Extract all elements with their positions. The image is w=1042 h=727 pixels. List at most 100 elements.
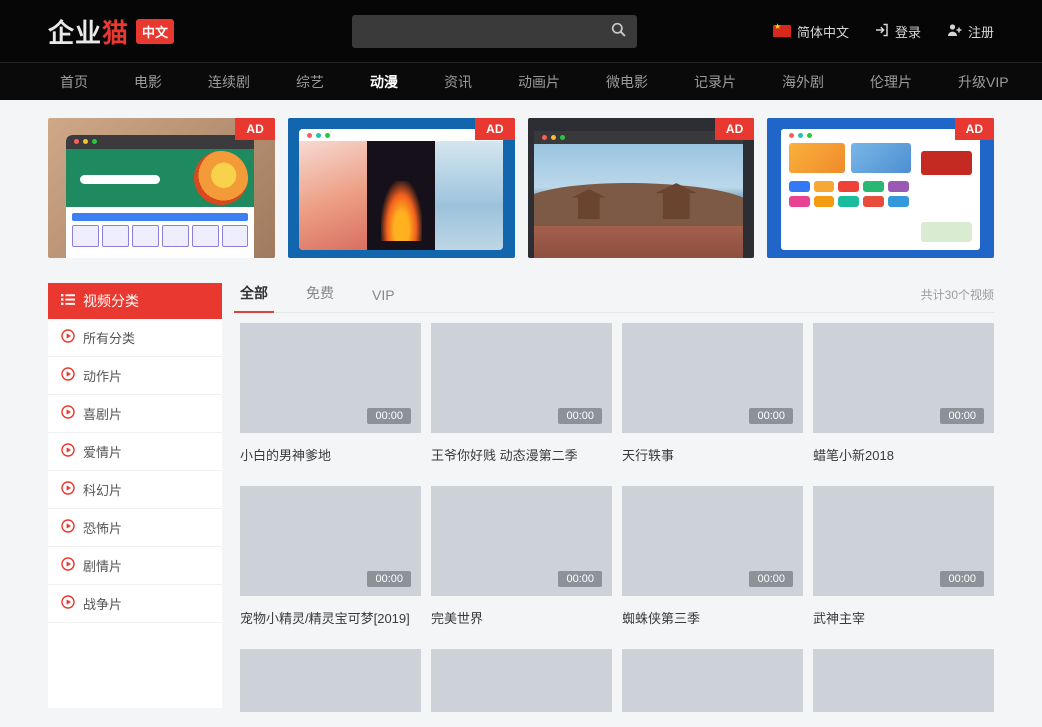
category-label: 恐怖片 <box>83 518 122 537</box>
nav-item[interactable]: 连续剧 <box>208 72 250 92</box>
ad-banner[interactable]: AD <box>767 118 994 258</box>
video-card[interactable]: 00:00 蜘蛛侠第三季 <box>622 486 803 649</box>
ad-badge: AD <box>955 118 994 140</box>
video-card[interactable]: 00:00 小白的男神爹地 <box>240 323 421 486</box>
sidebar-category-item[interactable]: 剧情片 <box>48 547 222 585</box>
banner-decor-tile <box>838 196 859 207</box>
nav-item[interactable]: 记录片 <box>694 72 736 92</box>
nav-item[interactable]: 首页 <box>60 72 88 92</box>
video-thumbnail[interactable]: 00:00 <box>240 486 421 596</box>
duration-badge: 00:00 <box>367 571 411 587</box>
category-label: 战争片 <box>83 594 122 613</box>
ad-banner[interactable]: AD <box>528 118 755 258</box>
banner-decor-tile <box>789 181 810 192</box>
ad-banner[interactable]: AD <box>48 118 275 258</box>
video-title[interactable]: 天行轶事 <box>622 445 803 464</box>
video-card[interactable]: 00:00 蜡笔小新2018 <box>813 323 994 486</box>
banner-artwork <box>66 135 254 258</box>
filter-tab[interactable]: 全部 <box>240 283 268 312</box>
banner-decor-tile <box>838 181 859 192</box>
duration-badge: 00:00 <box>367 408 411 424</box>
nav-item[interactable]: 动画片 <box>518 72 560 92</box>
sidebar-category-item[interactable]: 爱情片 <box>48 433 222 471</box>
video-thumbnail-partial[interactable] <box>813 649 994 712</box>
video-card[interactable]: 00:00 完美世界 <box>431 486 612 649</box>
nav-item[interactable]: 伦理片 <box>870 72 912 92</box>
video-title[interactable]: 蜡笔小新2018 <box>813 445 994 464</box>
video-thumbnail[interactable]: 00:00 <box>813 323 994 433</box>
video-thumbnail[interactable]: 00:00 <box>813 486 994 596</box>
header-actions: ★ 简体中文 登录 注册 <box>773 22 994 41</box>
sidebar-title: 视频分类 <box>83 291 139 311</box>
page: 企业猫 中文 ★ 简体中文 登录 <box>0 0 1042 727</box>
video-card[interactable]: 00:00 天行轶事 <box>622 323 803 486</box>
sidebar-category-item[interactable]: 动作片 <box>48 357 222 395</box>
language-switch[interactable]: ★ 简体中文 <box>773 22 849 41</box>
banner-artwork <box>299 129 503 249</box>
sidebar-category-item[interactable]: 喜剧片 <box>48 395 222 433</box>
ad-badge: AD <box>235 118 274 140</box>
video-grid: 00:00小白的男神爹地00:00王爷你好贱 动态漫第二季00:00天行轶事00… <box>240 323 994 712</box>
video-title[interactable]: 蜘蛛侠第三季 <box>622 608 803 627</box>
login-label: 登录 <box>895 22 921 41</box>
video-title[interactable]: 完美世界 <box>431 608 612 627</box>
video-title[interactable]: 王爷你好贱 动态漫第二季 <box>431 445 612 464</box>
video-title[interactable]: 小白的男神爹地 <box>240 445 421 464</box>
category-label: 喜剧片 <box>83 404 122 423</box>
filter-tabs: 全部免费VIP共计30个视频 <box>240 283 994 313</box>
sidebar-category-item[interactable]: 战争片 <box>48 585 222 623</box>
register-link[interactable]: 注册 <box>947 22 994 41</box>
play-circle-icon <box>61 367 75 384</box>
video-card[interactable]: 00:00 王爷你好贱 动态漫第二季 <box>431 323 612 486</box>
main-nav: 首页 电影 连续剧 综艺 动漫 资讯 动画片 微电影 记录片 海外剧 伦理片 升级VIP <box>0 62 1042 100</box>
filter-tab[interactable]: 免费 <box>306 283 334 312</box>
user-plus-icon <box>947 23 962 40</box>
logo-text: 企业猫 <box>48 13 129 50</box>
play-circle-icon <box>61 557 75 574</box>
sidebar-category-item[interactable]: 科幻片 <box>48 471 222 509</box>
video-thumbnail-partial[interactable] <box>622 649 803 712</box>
search-button[interactable] <box>599 15 637 48</box>
video-title[interactable]: 武神主宰 <box>813 608 994 627</box>
video-thumbnail[interactable]: 00:00 <box>431 323 612 433</box>
ad-banner-row: AD AD AD AD <box>48 118 994 258</box>
video-card[interactable]: 00:00 武神主宰 <box>813 486 994 649</box>
sidebar-category-item[interactable]: 所有分类 <box>48 319 222 357</box>
play-circle-icon <box>61 405 75 422</box>
nav-item[interactable]: 电影 <box>134 72 162 92</box>
login-link[interactable]: 登录 <box>875 22 921 41</box>
duration-badge: 00:00 <box>940 408 984 424</box>
category-label: 爱情片 <box>83 442 122 461</box>
banner-decor-tile <box>789 196 810 207</box>
video-card[interactable]: 00:00 宠物小精灵/精灵宝可梦[2019] <box>240 486 421 649</box>
search-input[interactable] <box>352 15 637 48</box>
video-thumbnail-partial[interactable] <box>240 649 421 712</box>
video-section: 全部免费VIP共计30个视频 00:00小白的男神爹地00:00王爷你好贱 动态… <box>240 283 994 712</box>
category-sidebar: 视频分类 所有分类动作片喜剧片爱情片科幻片恐怖片剧情片战争片 <box>48 283 222 708</box>
site-logo[interactable]: 企业猫 中文 <box>48 13 174 50</box>
ad-badge: AD <box>715 118 754 140</box>
nav-item[interactable]: 动漫 <box>370 72 398 92</box>
logo-badge: 中文 <box>136 19 174 44</box>
banner-decor-tile <box>863 181 884 192</box>
video-thumbnail[interactable]: 00:00 <box>240 323 421 433</box>
video-title[interactable]: 宠物小精灵/精灵宝可梦[2019] <box>240 608 421 627</box>
banner-artwork <box>534 131 743 258</box>
duration-badge: 00:00 <box>558 571 602 587</box>
flag-icon: ★ <box>773 25 791 37</box>
nav-item[interactable]: 资讯 <box>444 72 472 92</box>
duration-badge: 00:00 <box>749 571 793 587</box>
ad-banner[interactable]: AD <box>288 118 515 258</box>
video-thumbnail[interactable]: 00:00 <box>431 486 612 596</box>
banner-decor-tile <box>863 196 884 207</box>
list-icon <box>61 293 75 309</box>
video-thumbnail[interactable]: 00:00 <box>622 323 803 433</box>
nav-item[interactable]: 升级VIP <box>958 72 1009 92</box>
video-thumbnail-partial[interactable] <box>431 649 612 712</box>
nav-item[interactable]: 综艺 <box>296 72 324 92</box>
video-thumbnail[interactable]: 00:00 <box>622 486 803 596</box>
nav-item[interactable]: 海外剧 <box>782 72 824 92</box>
nav-item[interactable]: 微电影 <box>606 72 648 92</box>
sidebar-category-item[interactable]: 恐怖片 <box>48 509 222 547</box>
filter-tab[interactable]: VIP <box>372 287 395 312</box>
